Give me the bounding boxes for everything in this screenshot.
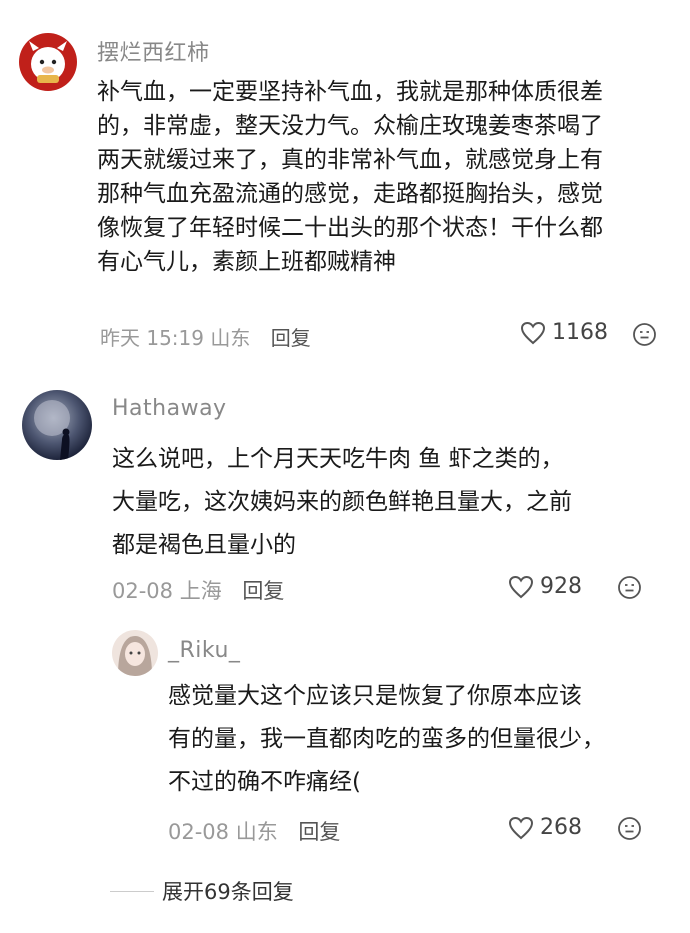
comment-line: 那种气血充盈流通的感觉，走路都挺胸抬头，感觉	[97, 181, 603, 207]
comment-line: 这么说吧，上个月天天吃牛肉 鱼 虾之类的，	[112, 446, 564, 472]
avatar[interactable]	[19, 33, 77, 91]
heart-icon	[520, 321, 546, 344]
comment-line: 有的量，我一直都肉吃的蛮多的但量很少，	[168, 726, 605, 752]
heart-icon	[508, 816, 534, 839]
comment-text: 感觉量大这个应该只是恢复了你原本应该 有的量，我一直都肉吃的蛮多的但量很少， 不…	[168, 675, 668, 804]
reply-button[interactable]: 回复	[298, 820, 340, 844]
comment-line: 有心气儿，素颜上班都贼精神	[97, 249, 396, 275]
avatar[interactable]	[112, 630, 158, 676]
divider	[110, 890, 154, 892]
timestamp-location: 昨天 15:19 山东	[100, 326, 251, 350]
reply-button[interactable]: 回复	[242, 579, 284, 603]
comment-line: 补气血，一定要坚持补气血，我就是那种体质很差	[97, 79, 603, 105]
like-button[interactable]: 928	[508, 574, 582, 599]
emoji-reaction-icon[interactable]	[632, 322, 657, 347]
comment-meta: 02-08 上海 回复	[112, 575, 284, 605]
comment-line: 感觉量大这个应该只是恢复了你原本应该	[168, 683, 582, 709]
username[interactable]: 摆烂西红柿	[97, 35, 210, 67]
username[interactable]: _Riku_	[168, 638, 240, 663]
like-count: 928	[540, 574, 582, 599]
comment-text: 补气血，一定要坚持补气血，我就是那种体质很差 的，非常虚，整天没力气。众榆庄玫瑰…	[97, 75, 667, 279]
emoji-reaction-icon[interactable]	[617, 816, 642, 841]
heart-icon	[508, 575, 534, 598]
comment-line: 都是褐色且量小的	[112, 532, 296, 558]
expand-replies-button[interactable]: 展开69条回复	[110, 876, 294, 906]
comment-line: 的，非常虚，整天没力气。众榆庄玫瑰姜枣茶喝了	[97, 113, 603, 139]
comment-meta: 02-08 山东 回复	[168, 816, 340, 846]
comment-text: 这么说吧，上个月天天吃牛肉 鱼 虾之类的， 大量吃，这次姨妈来的颜色鲜艳且量大，…	[112, 438, 672, 567]
comment-line: 像恢复了年轻时候二十出头的那个状态！干什么都	[97, 215, 603, 241]
comment-line: 大量吃，这次姨妈来的颜色鲜艳且量大，之前	[112, 489, 572, 515]
comment-line: 两天就缓过来了，真的非常补气血，就感觉身上有	[97, 147, 603, 173]
avatar[interactable]	[22, 390, 92, 460]
emoji-reaction-icon[interactable]	[617, 575, 642, 600]
expand-replies-label: 展开69条回复	[162, 880, 294, 904]
like-button[interactable]: 268	[508, 815, 582, 840]
timestamp-location: 02-08 上海	[112, 579, 222, 603]
username[interactable]: Hathaway	[112, 396, 227, 421]
like-count: 268	[540, 815, 582, 840]
timestamp-location: 02-08 山东	[168, 820, 278, 844]
like-count: 1168	[552, 320, 608, 345]
comment-meta: 昨天 15:19 山东 回复	[100, 322, 311, 351]
reply-button[interactable]: 回复	[271, 326, 311, 350]
like-button[interactable]: 1168	[520, 320, 608, 345]
comment-line: 不过的确不咋痛经(	[168, 769, 361, 795]
